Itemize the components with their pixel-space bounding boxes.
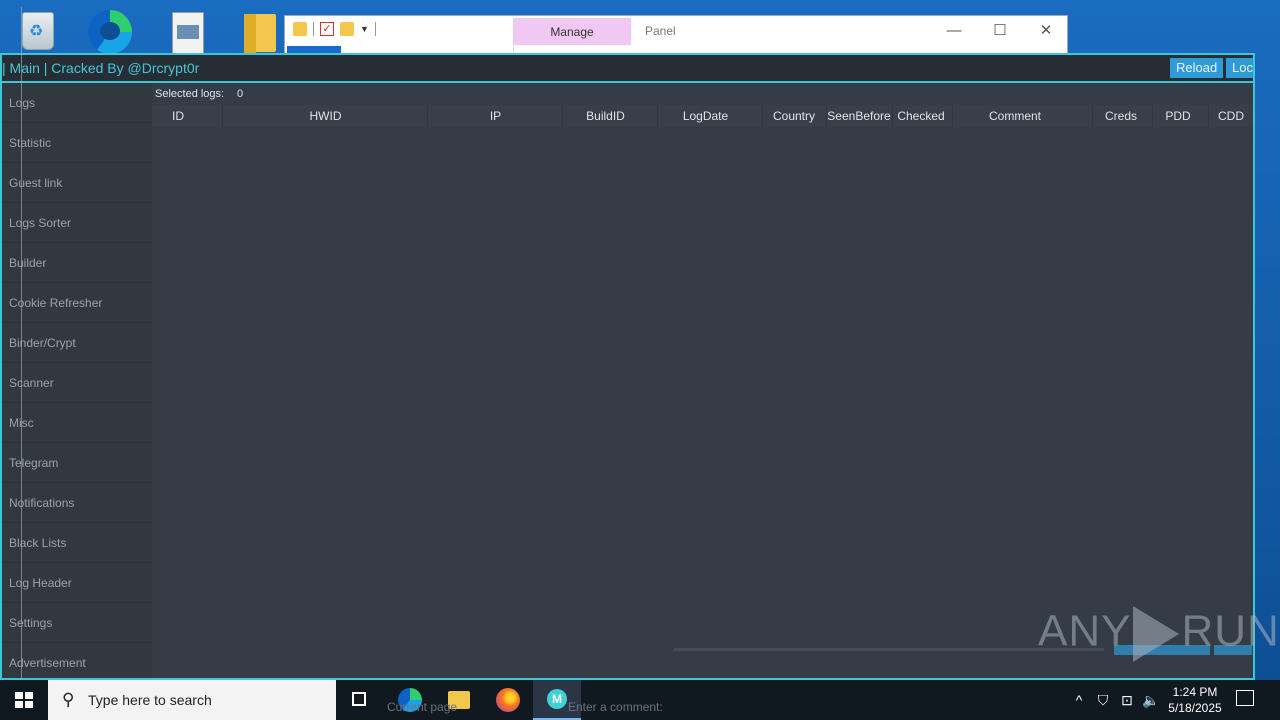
start-button[interactable] — [0, 680, 48, 720]
search-placeholder: Type here to search — [88, 692, 212, 708]
selected-logs-count: 0 — [237, 88, 244, 100]
column-logdate[interactable]: LogDate — [657, 105, 753, 127]
sidebar-item-log-header[interactable]: Log Header — [2, 563, 152, 603]
column-hwid[interactable]: HWID — [222, 105, 428, 127]
anyrun-watermark: ANY RUN — [1038, 606, 1280, 662]
sidebar-item-binder-crypt[interactable]: Binder/Crypt — [2, 323, 152, 363]
selected-logs-label: Selected logs: — [155, 88, 225, 100]
sidebar-item-cookie-refresher[interactable]: Cookie Refresher — [2, 283, 152, 323]
watermark-right: RUN — [1181, 606, 1280, 656]
column-comment[interactable]: Comment — [952, 105, 1077, 127]
taskbar-search[interactable]: ⚲ Type here to search — [48, 680, 336, 720]
sidebar-item-logs-sorter[interactable]: Logs Sorter — [2, 203, 152, 243]
ribbon-tab-manage[interactable]: Manage — [513, 18, 631, 45]
column-country[interactable]: Country — [762, 105, 825, 127]
column-ip[interactable]: IP — [427, 105, 563, 127]
sidebar-item-misc[interactable]: Misc — [2, 403, 152, 443]
sidebar-item-settings[interactable]: Settings — [2, 603, 152, 643]
separator — [374, 22, 376, 36]
column-cdd[interactable]: CDD — [1208, 105, 1253, 127]
separator — [313, 22, 314, 36]
search-icon: ⚲ — [62, 690, 75, 709]
app-title: | Main | Cracked By @Drcrypt0r — [2, 60, 200, 76]
new-folder-icon[interactable] — [340, 22, 354, 36]
ghost-current-page: Current page — [387, 700, 458, 714]
sidebar-item-advertisement[interactable]: Advertisement — [2, 643, 152, 678]
reload-button[interactable]: Reload — [1170, 58, 1224, 78]
window-title: Panel — [645, 24, 676, 38]
volume-icon[interactable]: 🔈 — [1140, 680, 1162, 720]
explorer-window: ✓ ▼ Manage Panel — ☐ ✕ — [284, 15, 1069, 56]
minimize-button[interactable]: — — [931, 18, 977, 44]
firefox-icon[interactable] — [484, 680, 532, 720]
sidebar: Logs Statistic Guest link Logs Sorter Bu… — [2, 83, 152, 678]
column-buildid[interactable]: BuildID — [562, 105, 648, 127]
logs-panel: Selected logs: 0 ID HWID IP BuildID LogD… — [152, 83, 1253, 678]
folder-icon[interactable] — [293, 22, 307, 36]
image-file-icon[interactable] — [168, 6, 212, 54]
window-edge — [21, 7, 22, 679]
defender-icon[interactable]: ⛉ — [1094, 680, 1112, 720]
properties-icon[interactable]: ✓ — [320, 22, 334, 36]
sidebar-item-black-lists[interactable]: Black Lists — [2, 523, 152, 563]
app-titlebar: | Main | Cracked By @Drcrypt0r Reload Lo… — [2, 55, 1253, 83]
column-creds[interactable]: Creds — [1092, 105, 1149, 127]
sidebar-item-guest-link[interactable]: Guest link — [2, 163, 152, 203]
chevron-down-icon[interactable]: ▼ — [360, 24, 369, 34]
clock-time: 1:24 PM — [1172, 685, 1218, 699]
column-checked[interactable]: Checked — [892, 105, 949, 127]
panel-window: | Main | Cracked By @Drcrypt0r Reload Lo… — [0, 53, 1255, 680]
column-id[interactable]: ID — [152, 105, 204, 127]
sidebar-item-builder[interactable]: Builder — [2, 243, 152, 283]
sidebar-item-telegram[interactable]: Telegram — [2, 443, 152, 483]
task-view-icon[interactable] — [336, 680, 384, 720]
sidebar-item-notifications[interactable]: Notifications — [2, 483, 152, 523]
chevron-up-icon[interactable]: ^ — [1070, 680, 1088, 720]
clock[interactable]: 1:24 PM 5/18/2025 — [1162, 684, 1228, 716]
column-pdd[interactable]: PDD — [1152, 105, 1203, 127]
column-seenbefore[interactable]: SeenBefore — [826, 105, 891, 127]
sidebar-item-logs[interactable]: Logs — [2, 83, 152, 123]
maximize-button[interactable]: ☐ — [977, 18, 1023, 44]
ghost-comment-label: Enter a comment: — [568, 700, 663, 714]
quick-access-toolbar: ✓ ▼ — [293, 22, 376, 36]
folder-desktop-icon[interactable] — [242, 6, 286, 54]
clock-date: 5/18/2025 — [1168, 701, 1222, 715]
sidebar-item-scanner[interactable]: Scanner — [2, 363, 152, 403]
logs-table-header: ID HWID IP BuildID LogDate Country SeenB… — [152, 105, 1253, 127]
windows-logo-icon — [15, 692, 33, 708]
watermark-left: ANY — [1038, 606, 1132, 656]
edge-desktop-icon[interactable] — [88, 6, 132, 54]
recycle-bin-icon[interactable] — [16, 6, 60, 52]
play-icon — [1133, 606, 1180, 662]
sidebar-item-statistic[interactable]: Statistic — [2, 123, 152, 163]
panel-app-icon: M — [547, 689, 567, 709]
network-icon[interactable]: ⊡ — [1116, 680, 1138, 720]
close-button[interactable]: ✕ — [1023, 18, 1069, 44]
lock-button[interactable]: Lock — [1226, 58, 1253, 78]
notification-icon[interactable] — [1236, 690, 1254, 706]
